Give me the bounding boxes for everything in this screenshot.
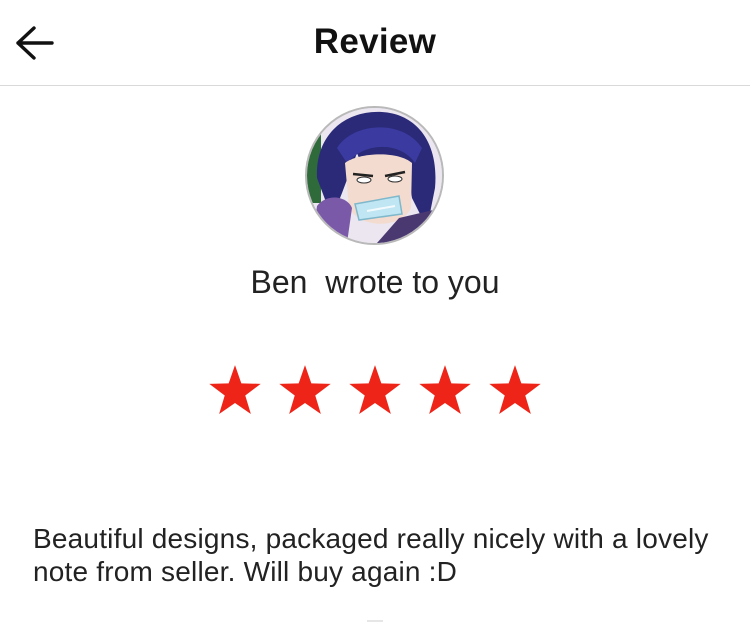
star-icon xyxy=(349,365,401,415)
review-screen: Review Ben wrote to you Beautiful design… xyxy=(0,0,750,636)
star-icon xyxy=(279,365,331,415)
home-indicator xyxy=(367,620,383,622)
reviewer-name: Ben xyxy=(250,264,308,300)
avatar xyxy=(305,106,444,245)
header-bar: Review xyxy=(0,0,750,86)
reviewer-avatar-image xyxy=(307,108,442,243)
star-icon xyxy=(209,365,261,415)
reviewer-line: Ben wrote to you xyxy=(0,262,750,302)
page-title: Review xyxy=(313,22,437,61)
review-text: Beautiful designs, packaged really nicel… xyxy=(33,523,709,587)
reviewer-action-text: wrote to you xyxy=(325,264,500,300)
star-icon xyxy=(419,365,471,415)
star-rating xyxy=(0,363,750,417)
star-icon xyxy=(489,365,541,415)
